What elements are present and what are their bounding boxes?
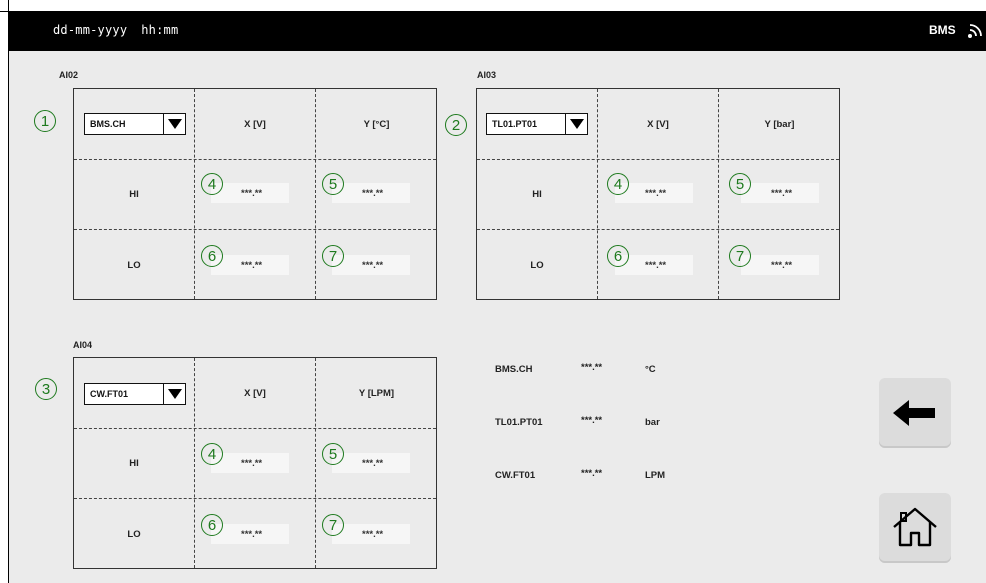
signal-select[interactable]: TL01.PT01 [486,113,588,135]
live-name: BMS.CH [495,364,533,375]
brand-label: BMS [929,23,956,37]
marker-5: 5 [322,173,344,195]
panel-label: AI03 [477,70,497,80]
wifi-icon [968,24,982,38]
marker-3: 3 [35,378,57,400]
marker-7: 7 [322,514,344,536]
select-value: TL01.PT01 [492,119,538,129]
date-text: dd-mm-yyyy [53,23,128,37]
config-grid: TL01.PT01 X [V] Y [bar] HI LO ***.** 4 *… [476,88,840,300]
row-lo-label: LO [530,259,544,271]
signal-select[interactable]: BMS.CH [84,113,186,135]
panel-label: AI04 [73,340,93,350]
x-header: X [V] [647,118,669,130]
config-grid: CW.FT01 X [V] Y [LPM] HI LO ***.** 4 ***… [73,357,437,569]
row-hi-label: HI [129,189,139,200]
home-icon [893,507,937,547]
live-value: ***.** [581,415,603,426]
marker-6: 6 [201,245,223,267]
marker-4: 4 [201,443,223,465]
marker-7: 7 [322,245,344,267]
live-name: CW.FT01 [495,470,536,481]
chevron-down-icon[interactable] [565,114,587,134]
select-value: CW.FT01 [90,389,129,399]
config-grid: BMS.CH X [V] Y [°C] HI LO ***.** 4 ***.*… [73,88,437,300]
row-lo-label: LO [127,528,141,540]
y-header: Y [bar] [764,118,795,130]
marker-7: 7 [729,245,751,267]
arrow-left-icon [893,400,935,426]
live-unit: LPM [645,470,666,481]
row-hi-label: HI [532,189,542,200]
row-lo-label: LO [127,259,141,271]
live-value: ***.** [581,362,603,373]
home-button[interactable] [879,493,951,563]
marker-4: 4 [607,173,629,195]
marker-4: 4 [201,173,223,195]
signal-select[interactable]: CW.FT01 [84,383,186,405]
live-unit: °C [645,364,656,375]
live-unit: bar [645,417,660,428]
y-header: Y [LPM] [358,387,395,399]
x-header: X [V] [244,118,266,130]
live-name: TL01.PT01 [495,417,543,428]
top-bar: dd-mm-yyyy hh:mm BMS [9,11,986,51]
select-value: BMS.CH [90,119,126,129]
time-text: hh:mm [141,23,179,37]
marker-6: 6 [607,245,629,267]
chevron-down-icon[interactable] [163,384,185,404]
datetime: dd-mm-yyyy hh:mm [53,23,178,37]
row-hi-label: HI [129,458,139,469]
marker-5: 5 [322,443,344,465]
back-button[interactable] [879,378,951,448]
marker-2: 2 [445,114,467,136]
chevron-down-icon[interactable] [163,114,185,134]
marker-5: 5 [729,173,751,195]
marker-1: 1 [34,110,56,132]
x-header: X [V] [244,387,266,399]
hi-y-input[interactable]: ***.** [741,183,819,203]
lo-y-input[interactable]: ***.** [741,255,819,275]
y-header: Y [°C] [363,118,390,130]
panel-label: AI02 [59,70,79,80]
marker-6: 6 [201,514,223,536]
live-value: ***.** [581,468,603,479]
